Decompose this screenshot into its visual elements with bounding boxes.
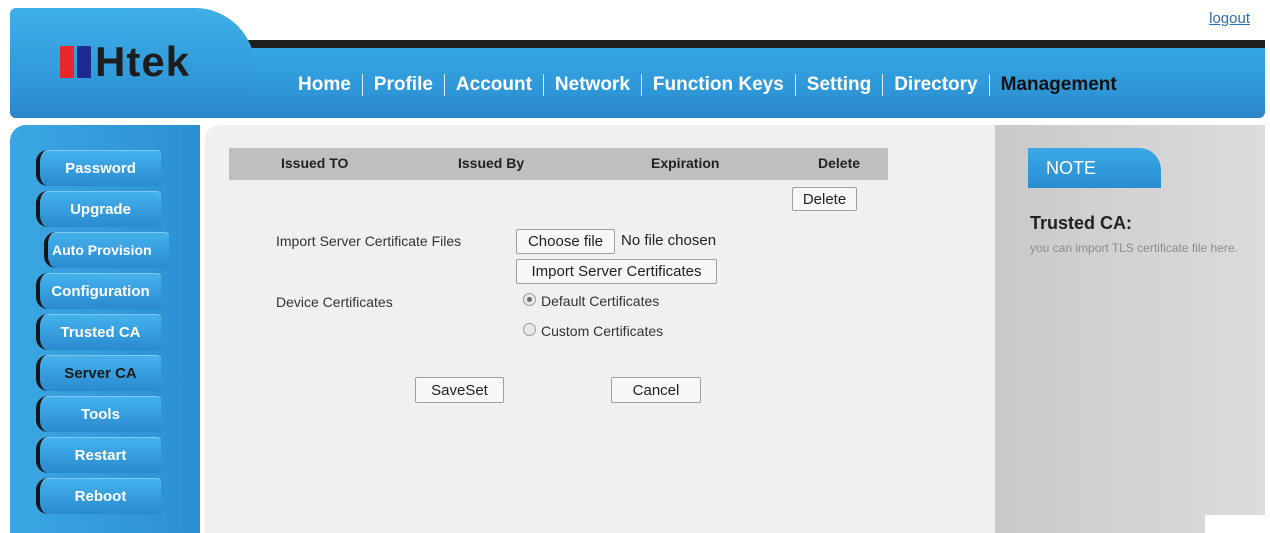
sidebar-item-restart[interactable]: Restart [36, 437, 161, 473]
sidebar-item-tools[interactable]: Tools [36, 396, 161, 432]
custom-certificates-radio[interactable] [523, 323, 536, 336]
nav-separator [443, 74, 445, 96]
nav-function-keys[interactable]: Function Keys [642, 74, 795, 96]
nav-network[interactable]: Network [544, 74, 641, 96]
column-issued-to: Issued TO [281, 155, 349, 171]
nav-profile[interactable]: Profile [363, 74, 444, 96]
choose-file-button[interactable]: Choose file [516, 229, 615, 254]
nav-setting[interactable]: Setting [796, 74, 882, 96]
sidebar-item-auto-provision[interactable]: Auto Provision [44, 232, 169, 268]
nav-directory[interactable]: Directory [883, 74, 988, 96]
note-tab: NOTE [1028, 148, 1161, 188]
cancel-button[interactable]: Cancel [611, 377, 701, 403]
certificate-table-header: Issued TO Issued By Expiration Delete [229, 148, 888, 180]
nav-separator [361, 74, 363, 96]
nav-management[interactable]: Management [990, 74, 1128, 96]
nav-separator [640, 74, 642, 96]
default-certificates-label: Default Certificates [541, 293, 660, 309]
sidebar-item-password[interactable]: Password [36, 150, 161, 186]
logout-link[interactable]: logout [1209, 10, 1250, 27]
htek-logo: Htek [60, 38, 191, 85]
nav-account[interactable]: Account [445, 74, 543, 96]
nav-separator [882, 74, 884, 96]
nav-separator [988, 74, 990, 96]
device-certificates-label: Device Certificates [276, 294, 393, 310]
custom-certificates-label: Custom Certificates [541, 323, 664, 339]
sidebar-item-trusted-ca[interactable]: Trusted CA [36, 314, 161, 350]
sidebar-item-server-ca[interactable]: Server CA [36, 355, 161, 391]
logo-mark-icon [60, 46, 91, 78]
logo-text: Htek [95, 38, 191, 85]
nav-separator [794, 74, 796, 96]
default-certificates-radio[interactable] [523, 293, 536, 306]
note-title: Trusted CA: [1030, 213, 1133, 233]
nav-separator [542, 74, 544, 96]
column-delete: Delete [818, 155, 861, 171]
note-text: you can import TLS certificate file here… [1030, 241, 1238, 255]
sidebar-item-upgrade[interactable]: Upgrade [36, 191, 161, 227]
import-server-certificates-button[interactable]: Import Server Certificates [516, 259, 717, 284]
column-issued-by: Issued By [458, 155, 525, 171]
sidebar-item-configuration[interactable]: Configuration [36, 273, 161, 309]
save-button[interactable]: SaveSet [415, 377, 504, 403]
delete-button[interactable]: Delete [792, 187, 857, 211]
file-status-text: No file chosen [621, 232, 717, 249]
column-expiration: Expiration [651, 155, 720, 171]
nav-home[interactable]: Home [287, 74, 362, 96]
note-panel-corner [1205, 515, 1270, 533]
top-nav: Home Profile Account Network Function Ke… [287, 70, 1128, 100]
sidebar-item-reboot[interactable]: Reboot [36, 478, 161, 514]
import-certificate-label: Import Server Certificate Files [276, 233, 462, 249]
